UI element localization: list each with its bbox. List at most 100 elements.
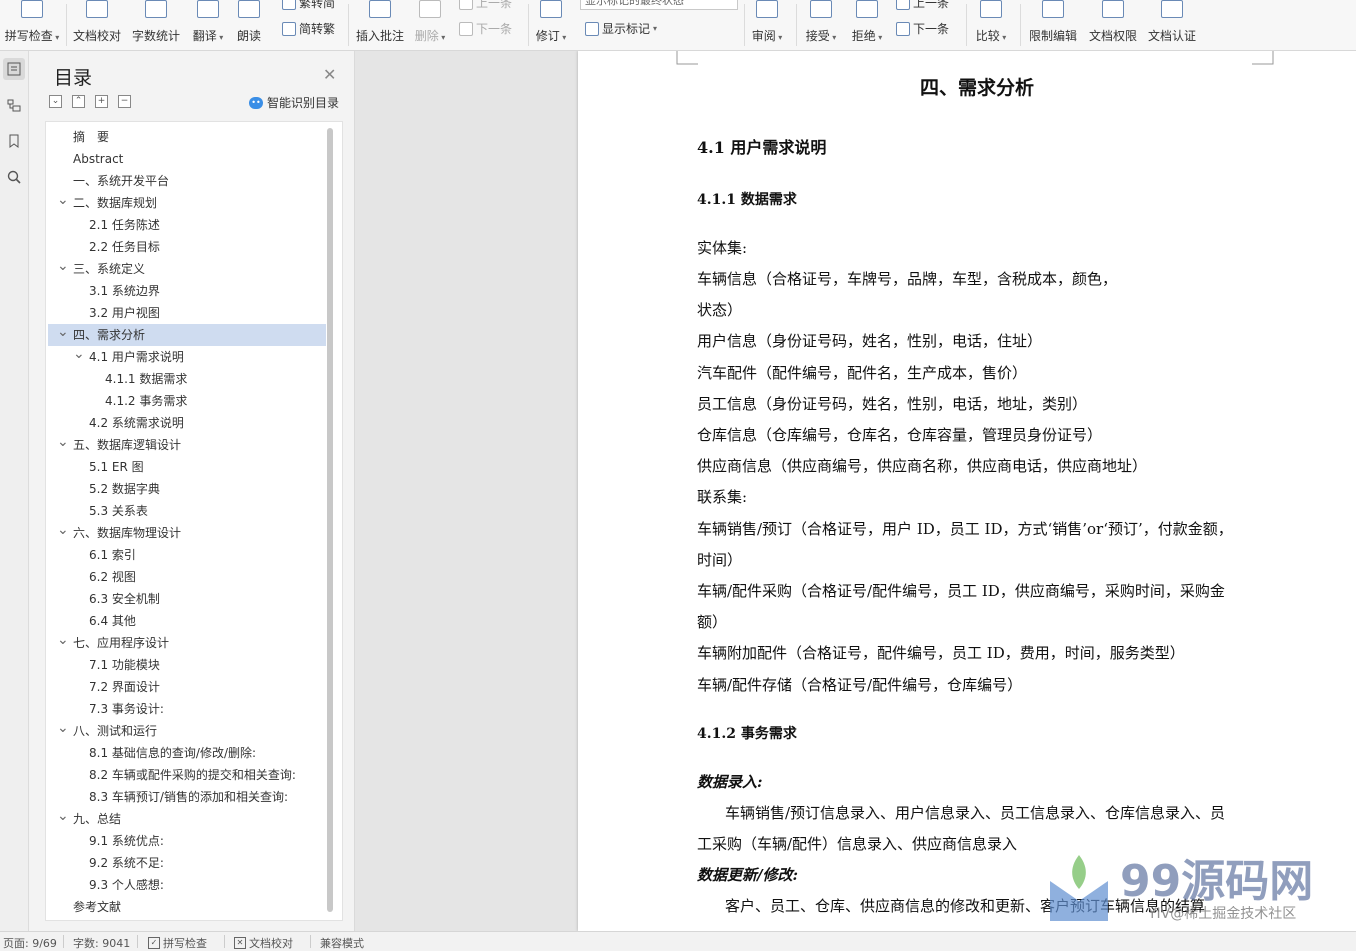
ribbon-button-8[interactable]: 审阅 ▾: [750, 0, 784, 44]
proofread-toggle[interactable]: ✕ 文档校对: [234, 935, 293, 951]
bookmark-icon[interactable]: [3, 130, 25, 152]
toc-item-label: 参考文献: [73, 900, 122, 914]
chevron-down-icon: ▾: [829, 33, 837, 42]
toc-item[interactable]: 4.1.2 事务需求: [48, 390, 326, 412]
navigation-icon[interactable]: [3, 94, 25, 116]
toc-item[interactable]: 7.2 界面设计: [48, 676, 326, 698]
ribbon-button-11[interactable]: 比较 ▾: [974, 0, 1008, 44]
ribbon-button-3[interactable]: 翻译 ▾: [190, 0, 226, 44]
chevron-down-icon[interactable]: ⌄: [57, 805, 69, 827]
toc-item[interactable]: 6.3 安全机制: [48, 588, 326, 610]
toc-item[interactable]: ⌄ 九、总结: [48, 808, 326, 830]
ribbon-button-4[interactable]: 朗读: [235, 0, 263, 44]
toc-icon[interactable]: [3, 58, 25, 80]
word-count[interactable]: 字数: 9041: [73, 935, 130, 951]
ribbon-small-button-4[interactable]: 显示标记 ▾: [585, 20, 657, 37]
compat-mode: 兼容模式: [320, 935, 364, 951]
ribbon-button-2[interactable]: 字数统计: [131, 0, 181, 44]
toc-item[interactable]: 2.2 任务目标: [48, 236, 326, 258]
toc-item[interactable]: 2.1 任务陈述: [48, 214, 326, 236]
toc-item[interactable]: 参考文献: [48, 896, 326, 918]
toc-item[interactable]: 5.3 关系表: [48, 500, 326, 522]
ribbon-button-1[interactable]: 文档校对: [72, 0, 122, 44]
ribbon-button-12[interactable]: 限制编辑: [1028, 0, 1078, 44]
toc-item[interactable]: 9.2 系统不足:: [48, 852, 326, 874]
ribbon-toolbar: 拼写检查 ▾ 文档校对 字数统计 翻译 ▾ 朗读 插入批注 删除 ▾ 修订 ▾ 审阅 ▾ 接受 ▾…: [0, 0, 1356, 51]
chevron-down-icon: ▾: [775, 33, 783, 42]
ribbon-small-button-5[interactable]: 上一条: [896, 0, 949, 11]
ribbon-small-button-3[interactable]: 下一条: [459, 20, 512, 37]
page-indicator[interactable]: 页面: 9/69: [3, 935, 57, 951]
section-heading: 4.1 用户需求说明: [697, 138, 827, 157]
collapse-all-icon[interactable]: ⌃: [72, 95, 85, 108]
toc-item[interactable]: 4.2 系统需求说明: [48, 412, 326, 434]
remove-heading-icon[interactable]: −: [118, 95, 131, 108]
watermark-text: 99源码网: [1120, 856, 1314, 907]
checkbox-icon: ✓: [148, 937, 160, 949]
toc-scrollbar[interactable]: [327, 128, 333, 912]
ribbon-button-6[interactable]: 删除 ▾: [414, 0, 446, 44]
paragraph: 用户信息（身份证号码，姓名，性别，电话，住址）: [697, 332, 1043, 350]
ribbon-small-button-0[interactable]: 繁转简: [282, 0, 335, 11]
chevron-down-icon[interactable]: ⌄: [57, 717, 69, 739]
toc-item[interactable]: 4.1.1 数据需求: [48, 368, 326, 390]
toc-item[interactable]: Abstract: [48, 148, 326, 170]
ribbon-button-13[interactable]: 文档权限: [1088, 0, 1138, 44]
margin-corner-mark: [676, 51, 698, 65]
toc-item[interactable]: 5.1 ER 图: [48, 456, 326, 478]
chevron-down-icon[interactable]: ⌄: [57, 519, 69, 541]
toc-item[interactable]: ⌄ 八、测试和运行: [48, 720, 326, 742]
smart-toc-button[interactable]: •• 智能识别目录: [249, 94, 339, 111]
toc-item-label: 2.2 任务目标: [89, 240, 160, 254]
toc-item[interactable]: 6.1 索引: [48, 544, 326, 566]
markup-state-select[interactable]: 显示标记的最终状态: [580, 0, 738, 10]
toc-item[interactable]: 6.2 视图: [48, 566, 326, 588]
toc-item[interactable]: ⌄ 四、需求分析: [48, 324, 326, 346]
ribbon-button-label: 文档认证: [1147, 29, 1196, 43]
ribbon-tool-icon: [810, 0, 832, 18]
ribbon-button-5[interactable]: 插入批注: [355, 0, 405, 44]
ribbon-button-10[interactable]: 拒绝 ▾: [850, 0, 884, 44]
add-heading-icon[interactable]: +: [95, 95, 108, 108]
toc-item[interactable]: 6.4 其他: [48, 610, 326, 632]
subsection-heading: 4.1.2 事务需求: [697, 726, 797, 742]
toc-item[interactable]: ⌄ 七、应用程序设计: [48, 632, 326, 654]
toc-item[interactable]: 3.1 系统边界: [48, 280, 326, 302]
search-icon[interactable]: [3, 166, 25, 188]
compat-mode-text: 兼容模式: [320, 937, 364, 950]
toc-item[interactable]: 7.3 事务设计:: [48, 698, 326, 720]
ribbon-separator: [348, 4, 349, 46]
toc-item[interactable]: 7.1 功能模块: [48, 654, 326, 676]
toc-item[interactable]: ⌄ 五、数据库逻辑设计: [48, 434, 326, 456]
expand-all-icon[interactable]: ⌄: [49, 95, 62, 108]
toc-item[interactable]: ⌄ 三、系统定义: [48, 258, 326, 280]
ribbon-button-14[interactable]: 文档认证: [1147, 0, 1197, 44]
close-icon[interactable]: ✕: [323, 65, 336, 84]
toc-item[interactable]: 3.2 用户视图: [48, 302, 326, 324]
chevron-down-icon[interactable]: ⌄: [57, 255, 69, 277]
toc-item[interactable]: ⌄ 六、数据库物理设计: [48, 522, 326, 544]
toc-item[interactable]: 8.3 车辆预订/销售的添加和相关查询:: [48, 786, 326, 808]
toc-item[interactable]: 5.2 数据字典: [48, 478, 326, 500]
toc-item[interactable]: 摘 要: [48, 126, 326, 148]
toc-item[interactable]: ⌄ 二、数据库规划: [48, 192, 326, 214]
ribbon-button-9[interactable]: 接受 ▾: [804, 0, 838, 44]
ribbon-small-button-2[interactable]: 上一条: [459, 0, 512, 11]
ribbon-button-0[interactable]: 拼写检查 ▾: [3, 0, 61, 44]
toc-item[interactable]: 一、系统开发平台: [48, 170, 326, 192]
chevron-down-icon[interactable]: ⌄: [73, 343, 85, 365]
chevron-down-icon[interactable]: ⌄: [57, 321, 69, 343]
chevron-down-icon[interactable]: ⌄: [57, 189, 69, 211]
chevron-down-icon[interactable]: ⌄: [57, 629, 69, 651]
ribbon-button-7[interactable]: 修订 ▾: [534, 0, 568, 44]
toc-item[interactable]: ⌄ 4.1 用户需求说明: [48, 346, 326, 368]
chevron-down-icon[interactable]: ⌄: [57, 431, 69, 453]
document-page[interactable]: 四、需求分析 4.1 用户需求说明 4.1.1 数据需求 实体集: 车辆信息（合格证号，…: [578, 51, 1356, 931]
toc-item[interactable]: 8.2 车辆或配件采购的提交和相关查询:: [48, 764, 326, 786]
toc-item[interactable]: 8.1 基础信息的查询/修改/删除:: [48, 742, 326, 764]
toc-item[interactable]: 9.3 个人感想:: [48, 874, 326, 896]
spell-check-toggle[interactable]: ✓ 拼写检查: [148, 935, 207, 951]
ribbon-small-button-1[interactable]: 简转繁: [282, 20, 335, 37]
ribbon-small-button-6[interactable]: 下一条: [896, 20, 949, 37]
toc-item[interactable]: 9.1 系统优点:: [48, 830, 326, 852]
